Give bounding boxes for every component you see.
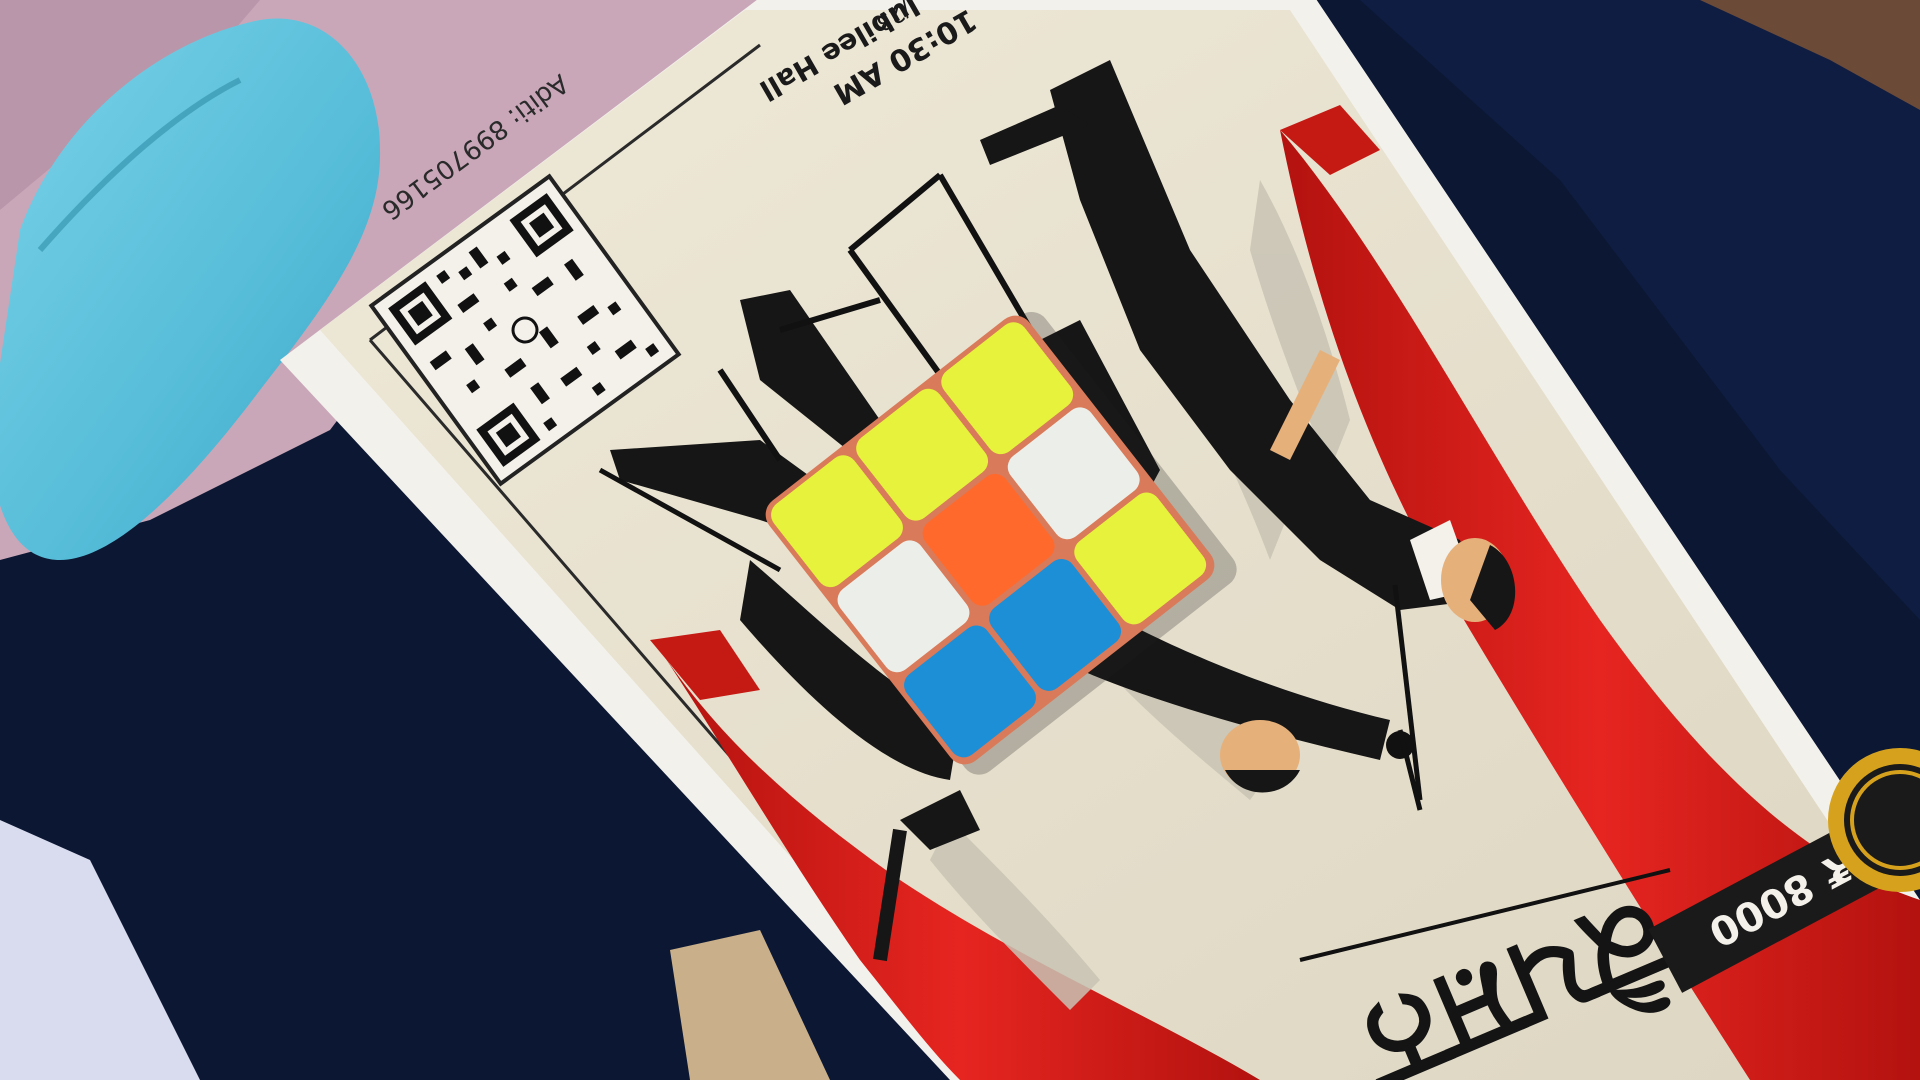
photo-scene: Aditi: 8997051​66 10:30 AM Jubilee Hall … (0, 0, 1920, 1080)
photo-canvas: Aditi: 8997051​66 10:30 AM Jubilee Hall … (0, 0, 1920, 1080)
